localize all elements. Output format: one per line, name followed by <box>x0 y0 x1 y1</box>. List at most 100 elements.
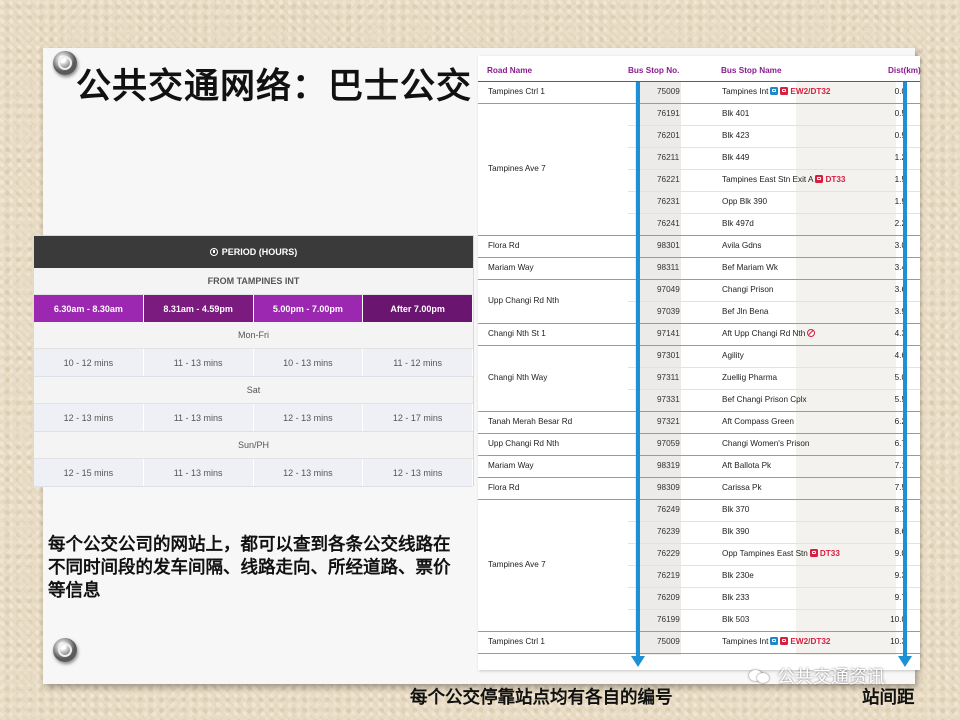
group-divider <box>478 499 920 500</box>
clock-icon <box>209 248 218 256</box>
road-name: Tanah Merah Besar Rd <box>488 417 573 426</box>
bus-stop-code: 76231 <box>657 197 680 206</box>
bus-stop-name: Tampines Int EW2/DT32 <box>722 637 830 647</box>
bus-stop-name-text: Changi Prison <box>722 285 774 294</box>
bus-stop-name: Carissa Pk <box>722 483 762 493</box>
bus-stop-name: Zuellig Pharma <box>722 373 777 383</box>
bus-stop-name-text: Bef Jln Bena <box>722 307 769 316</box>
bus-stop-code: 97331 <box>657 395 680 404</box>
bus-stop-name: Aft Ballota Pk <box>722 461 771 471</box>
frequency-cell: 12 - 17 mins <box>363 404 473 431</box>
period-cell: 8.31am - 4.59pm <box>143 295 254 322</box>
group-divider <box>478 279 920 280</box>
bus-stop-code: 76199 <box>657 615 680 624</box>
frequency-cell: 12 - 13 mins <box>254 404 364 431</box>
bus-stop-name: Opp Blk 390 <box>722 197 767 207</box>
bus-stop-code: 76219 <box>657 571 680 580</box>
mrt-dt-line-icon <box>780 637 789 645</box>
row-divider <box>628 389 920 390</box>
distance-arrow <box>903 82 907 658</box>
bus-stop-name: Blk 497d <box>722 219 754 229</box>
bus-stop-name-text: Blk 497d <box>722 219 754 228</box>
bus-stop-code: 98311 <box>657 263 680 272</box>
road-name: Mariam Way <box>488 263 534 272</box>
frequency-table: PERIOD (HOURS) FROM TAMPINES INT 6.30am … <box>33 235 474 487</box>
bus-stop-code: 76191 <box>657 109 680 118</box>
route-table: Road Name Bus Stop No. Bus Stop Name Dis… <box>478 56 921 670</box>
header-dist: Dist(km) <box>888 66 921 75</box>
bus-stop-name: Tampines East Stn Exit A DT33 <box>722 175 846 185</box>
group-divider <box>478 257 920 258</box>
bus-stop-name-text: Blk 449 <box>722 153 750 162</box>
bus-stop-name: Blk 230e <box>722 571 754 581</box>
road-name: Upp Changi Rd Nth <box>488 296 559 305</box>
bus-stop-code: 98301 <box>657 241 680 250</box>
header-name: Bus Stop Name <box>721 66 782 75</box>
mrt-line-code: DT33 <box>825 175 846 184</box>
frequency-cell: 10 - 12 mins <box>34 349 144 376</box>
period-header: PERIOD (HOURS) <box>34 236 473 268</box>
road-name: Tampines Ave 7 <box>488 560 546 569</box>
distance-arrowhead <box>898 656 912 667</box>
bus-stop-name-text: Blk 390 <box>722 527 750 536</box>
frequency-cell: 12 - 13 mins <box>34 404 144 431</box>
bus-stop-name-text: Bef Changi Prison Cplx <box>722 395 807 404</box>
stop-code-arrow <box>636 82 640 658</box>
caption-text: 每个公交公司的网站上，都可以查到各条公交线路在不同时间段的发车间隔、线路走向、所… <box>48 535 451 601</box>
bus-stop-name-text: Blk 233 <box>722 593 750 602</box>
row-divider <box>628 367 920 368</box>
bus-stop-name: Blk 401 <box>722 109 749 119</box>
bus-stop-code: 75009 <box>657 87 680 96</box>
bus-stop-name-text: Tampines Int <box>722 87 769 96</box>
group-divider <box>478 103 920 104</box>
bus-stop-code: 97059 <box>657 439 680 448</box>
bus-stop-code: 97311 <box>657 373 680 382</box>
frequency-cell: 12 - 15 mins <box>34 459 144 486</box>
group-divider <box>478 433 920 434</box>
group-divider <box>478 323 920 324</box>
bus-stop-code: 76211 <box>657 153 680 162</box>
bus-stop-code: 98309 <box>657 483 680 492</box>
period-header-label: PERIOD (HOURS) <box>221 247 298 257</box>
road-name: Tampines Ctrl 1 <box>488 637 545 646</box>
bus-stop-name-text: Avila Gdns <box>722 241 762 250</box>
header-code: Bus Stop No. <box>628 66 680 75</box>
frequency-cell: 12 - 13 mins <box>363 459 473 486</box>
bus-stop-code: 97321 <box>657 417 680 426</box>
bus-stop-name: Blk 233 <box>722 593 749 603</box>
bus-stop-code: 97141 <box>657 329 680 338</box>
bus-stop-name-text: Aft Ballota Pk <box>722 461 772 470</box>
mrt-dt-line-icon <box>809 549 818 557</box>
frequency-cell: 11 - 13 mins <box>144 459 254 486</box>
row-divider <box>628 125 920 126</box>
row-divider <box>628 169 920 170</box>
bus-stop-name: Blk 390 <box>722 527 749 537</box>
frequency-row: 12 - 15 mins 11 - 13 mins 12 - 13 mins 1… <box>34 459 473 487</box>
bus-stop-code: 97039 <box>657 307 680 316</box>
row-divider <box>628 301 920 302</box>
bus-stop-name: Bef Jln Bena <box>722 307 768 317</box>
group-divider <box>478 653 920 654</box>
road-name: Mariam Way <box>488 461 534 470</box>
bus-stop-name: Aft Compass Green <box>722 417 794 427</box>
group-divider <box>478 345 920 346</box>
bus-stop-name: Changi Women's Prison <box>722 439 809 449</box>
bus-stop-code: 97049 <box>657 285 680 294</box>
bus-stop-code: 98319 <box>657 461 680 470</box>
bus-stop-name: Blk 370 <box>722 505 749 515</box>
group-divider <box>478 477 920 478</box>
bus-stop-name: Tampines Int EW2/DT32 <box>722 87 830 97</box>
code-column-shade <box>635 81 681 655</box>
row-divider <box>628 543 920 544</box>
row-divider <box>628 147 920 148</box>
stop-code-note: 每个公交停靠站点均有各自的编号 <box>410 688 673 708</box>
bus-stop-code: 76229 <box>657 549 680 558</box>
road-name: Changi Nth St 1 <box>488 329 546 338</box>
no-entry-icon <box>807 329 816 337</box>
bus-stop-name-text: Agility <box>722 351 744 360</box>
bus-stop-code: 97301 <box>657 351 680 360</box>
frequency-cell: 10 - 13 mins <box>254 349 364 376</box>
bus-stop-name: Bef Mariam Wk <box>722 263 778 273</box>
bus-stop-code: 76241 <box>657 219 680 228</box>
bus-stop-name: Agility <box>722 351 744 361</box>
